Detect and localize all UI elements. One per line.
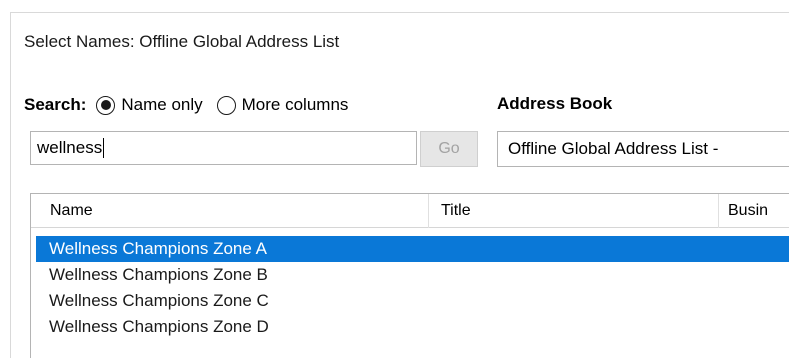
column-separator[interactable] [428,194,429,228]
address-book-label: Address Book [497,94,613,113]
search-input[interactable]: wellness [30,131,417,165]
results-rows: Wellness Champions Zone A Wellness Champ… [36,236,789,340]
window-accent-line [10,12,789,13]
address-book-select[interactable]: Offline Global Address List - [497,131,789,167]
radio-more-columns-label: More columns [241,95,349,114]
list-item[interactable]: Wellness Champions Zone C [36,288,789,314]
address-book-value: Offline Global Address List - [508,139,719,158]
radio-name-only[interactable]: Name only [96,95,203,115]
column-header-title[interactable]: Title [441,194,471,228]
list-header: Name Title Busin [31,194,789,228]
list-item-name: Wellness Champions Zone A [49,239,267,258]
text-caret [103,138,105,158]
radio-selected-icon [96,95,116,115]
list-item-name: Wellness Champions Zone C [49,291,269,310]
go-button[interactable]: Go [420,131,478,167]
search-options: Search: Name only More columns [24,92,362,118]
column-header-business[interactable]: Busin [728,194,768,228]
column-separator[interactable] [718,194,719,228]
list-item[interactable]: Wellness Champions Zone B [36,262,789,288]
search-input-value: wellness [37,138,103,157]
radio-unselected-icon [216,95,236,115]
radio-more-columns[interactable]: More columns [216,95,349,115]
dialog-title: Select Names: Offline Global Address Lis… [24,32,340,51]
list-item[interactable]: Wellness Champions Zone D [36,314,789,340]
list-item[interactable]: Wellness Champions Zone A [36,236,789,262]
radio-name-only-label: Name only [121,95,203,114]
list-item-name: Wellness Champions Zone B [49,265,268,284]
select-names-dialog: Select Names: Offline Global Address Lis… [0,0,789,358]
column-header-name[interactable]: Name [50,194,93,228]
list-item-name: Wellness Champions Zone D [49,317,269,336]
search-label: Search: [24,95,87,114]
